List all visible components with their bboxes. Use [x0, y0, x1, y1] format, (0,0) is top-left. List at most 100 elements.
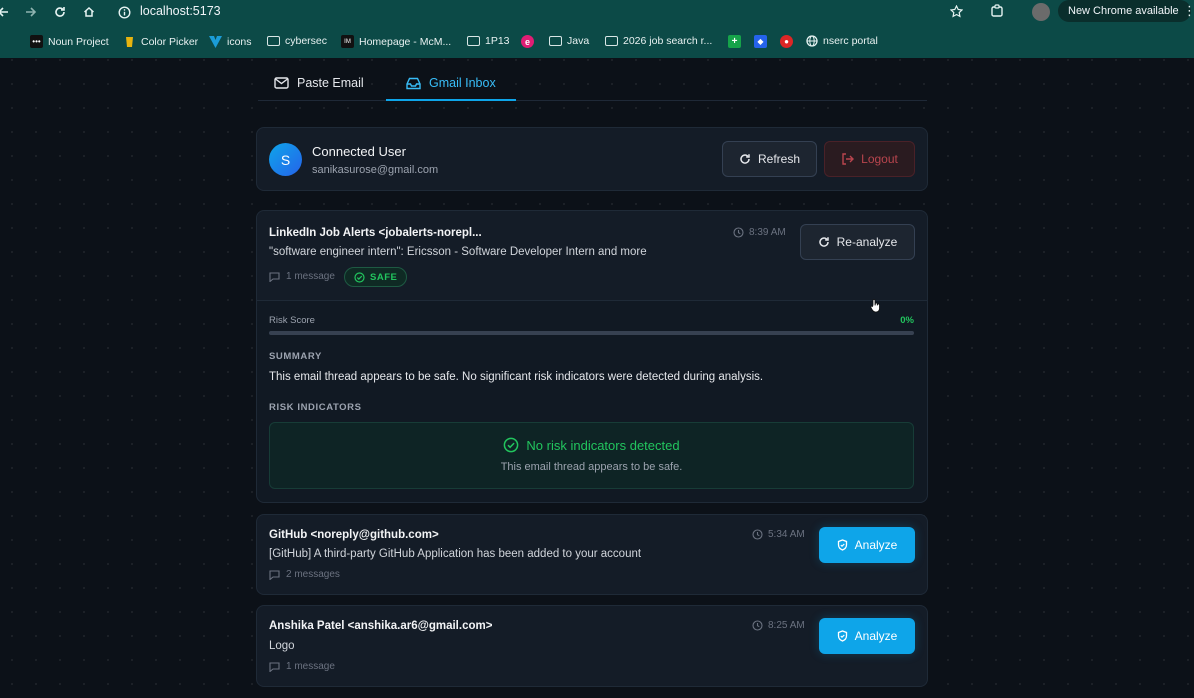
bookmark-cybersec[interactable]: cybersec	[267, 35, 327, 47]
bookmark-app[interactable]: ◆	[754, 35, 767, 48]
bookmark-app-2[interactable]: ●	[780, 35, 793, 48]
refresh-button[interactable]: Refresh	[722, 141, 817, 177]
analyze-label: Analyze	[854, 629, 898, 643]
browser-toolbar: localhost:5173 New Chrome available ⋮	[0, 0, 1194, 24]
message-count: 1 message	[269, 661, 335, 672]
email-sender: Anshika Patel <anshika.ar6@gmail.com>	[269, 620, 493, 632]
browser-chrome: localhost:5173 New Chrome available ⋮ ••…	[0, 0, 1194, 58]
analyze-label: Analyze	[854, 538, 898, 552]
risk-indicators-heading: RISK INDICATORS	[269, 402, 362, 413]
message-icon	[269, 271, 280, 282]
logout-icon	[841, 153, 855, 165]
email-time: 5:34 AM	[752, 529, 805, 540]
e-icon: e	[521, 35, 534, 48]
mail-icon	[274, 77, 289, 89]
email-thread-card[interactable]: Anshika Patel <anshika.ar6@gmail.com> Lo…	[256, 605, 928, 687]
email-time-label: 5:34 AM	[768, 529, 805, 540]
check-circle-icon	[503, 437, 519, 453]
bookmark-label: Java	[567, 35, 590, 47]
chrome-menu-icon[interactable]: ⋮	[1183, 3, 1194, 19]
user-email: sanikasurose@gmail.com	[312, 164, 439, 176]
inbox-icon	[406, 77, 421, 90]
app-icon-2: ●	[780, 35, 793, 48]
chrome-update-button[interactable]: New Chrome available	[1058, 0, 1191, 22]
connected-user-card: S Connected User sanikasurose@gmail.com …	[256, 127, 928, 191]
analyze-button[interactable]: Analyze	[819, 527, 915, 563]
message-icon	[269, 661, 280, 672]
bookmark-1p13[interactable]: 1P13	[467, 35, 510, 47]
bookmark-label: 1P13	[485, 35, 510, 47]
imdb-icon: IM	[341, 35, 354, 48]
tab-gmail-inbox[interactable]: Gmail Inbox	[406, 72, 496, 94]
back-icon[interactable]	[0, 3, 12, 21]
logout-button[interactable]: Logout	[824, 141, 915, 177]
globe-icon	[806, 35, 818, 47]
bookmark-color-picker[interactable]: Color Picker	[123, 35, 198, 48]
home-icon[interactable]	[80, 3, 98, 21]
bookmark-sheets[interactable]: +	[728, 35, 741, 48]
email-subject: [GitHub] A third-party GitHub Applicatio…	[269, 548, 642, 560]
email-thread-card[interactable]: GitHub <noreply@github.com> [GitHub] A t…	[256, 514, 928, 595]
email-subject: "software engineer intern": Ericsson - S…	[269, 246, 647, 258]
analysis-panel: Risk Score 0% SUMMARY This email thread …	[257, 301, 927, 502]
folder-icon	[605, 36, 618, 46]
risk-score-label: Risk Score	[269, 315, 315, 326]
source-tabs: Paste Email Gmail Inbox	[258, 62, 927, 101]
bookmark-star-icon[interactable]	[947, 2, 965, 20]
profile-avatar-icon[interactable]	[1032, 3, 1050, 21]
bookmark-label: Homepage - McM...	[359, 35, 452, 48]
message-count-label: 2 messages	[286, 569, 340, 580]
no-risk-title-label: No risk indicators detected	[526, 437, 680, 453]
bookmarks-bar: ••• Noun Project Color Picker icons cybe…	[0, 32, 1194, 54]
apps-grid-icon[interactable]	[0, 35, 7, 47]
bookmark-label: Noun Project	[48, 35, 109, 48]
email-subject: Logo	[269, 640, 295, 652]
message-count-label: 1 message	[286, 661, 335, 672]
bookmark-noun-project[interactable]: ••• Noun Project	[30, 35, 109, 48]
refresh-label: Refresh	[757, 152, 801, 166]
folder-icon	[549, 36, 562, 46]
bookmark-label: 2026 job search r...	[623, 35, 713, 47]
bookmark-nserc[interactable]: nserc portal	[806, 35, 878, 47]
reanalyze-button[interactable]: Re-analyze	[800, 224, 915, 260]
email-time: 8:39 AM	[733, 227, 786, 238]
status-badge-label: SAFE	[370, 271, 398, 283]
forward-icon[interactable]	[22, 3, 40, 21]
message-count: 2 messages	[269, 569, 340, 580]
site-info-icon[interactable]	[115, 3, 133, 21]
bookmark-java[interactable]: Java	[549, 35, 589, 47]
risk-score-bar	[269, 331, 914, 335]
risk-indicators-box: No risk indicators detected This email t…	[269, 422, 914, 489]
bookmark-label: nserc portal	[823, 35, 878, 47]
bookmark-homepage[interactable]: IM Homepage - McM...	[341, 35, 451, 48]
email-sender: LinkedIn Job Alerts <jobalerts-norepl...	[269, 227, 482, 239]
noun-project-icon: •••	[30, 35, 43, 48]
tab-label: Gmail Inbox	[429, 76, 496, 90]
tab-paste-email[interactable]: Paste Email	[274, 72, 364, 94]
mouse-cursor-icon	[870, 299, 882, 313]
user-status: Connected User	[312, 144, 406, 159]
folder-icon	[467, 36, 480, 46]
analyze-button[interactable]: Analyze	[819, 618, 915, 654]
risk-score-value: 0%	[900, 315, 914, 326]
email-sender: GitHub <noreply@github.com>	[269, 529, 439, 541]
bookmark-e[interactable]: e	[521, 35, 534, 48]
folder-icon	[267, 36, 280, 46]
sheets-icon: +	[728, 35, 741, 48]
bookmark-label: Color Picker	[141, 35, 199, 48]
bookmark-label: cybersec	[285, 35, 328, 47]
bookmark-icons[interactable]: icons	[209, 35, 252, 48]
extensions-icon[interactable]	[988, 2, 1006, 20]
refresh-icon	[739, 153, 751, 165]
tab-label: Paste Email	[297, 76, 364, 90]
address-bar[interactable]: localhost:5173	[140, 4, 221, 18]
reload-icon[interactable]	[51, 3, 69, 21]
clock-icon	[752, 620, 763, 631]
email-time-label: 8:25 AM	[768, 620, 805, 631]
email-thread-card[interactable]: LinkedIn Job Alerts <jobalerts-norepl...…	[256, 210, 928, 503]
email-time: 8:25 AM	[752, 620, 805, 631]
bookmark-job-search[interactable]: 2026 job search r...	[605, 35, 712, 47]
clock-icon	[752, 529, 763, 540]
shield-icon	[837, 539, 848, 551]
status-badge: SAFE	[344, 267, 408, 287]
